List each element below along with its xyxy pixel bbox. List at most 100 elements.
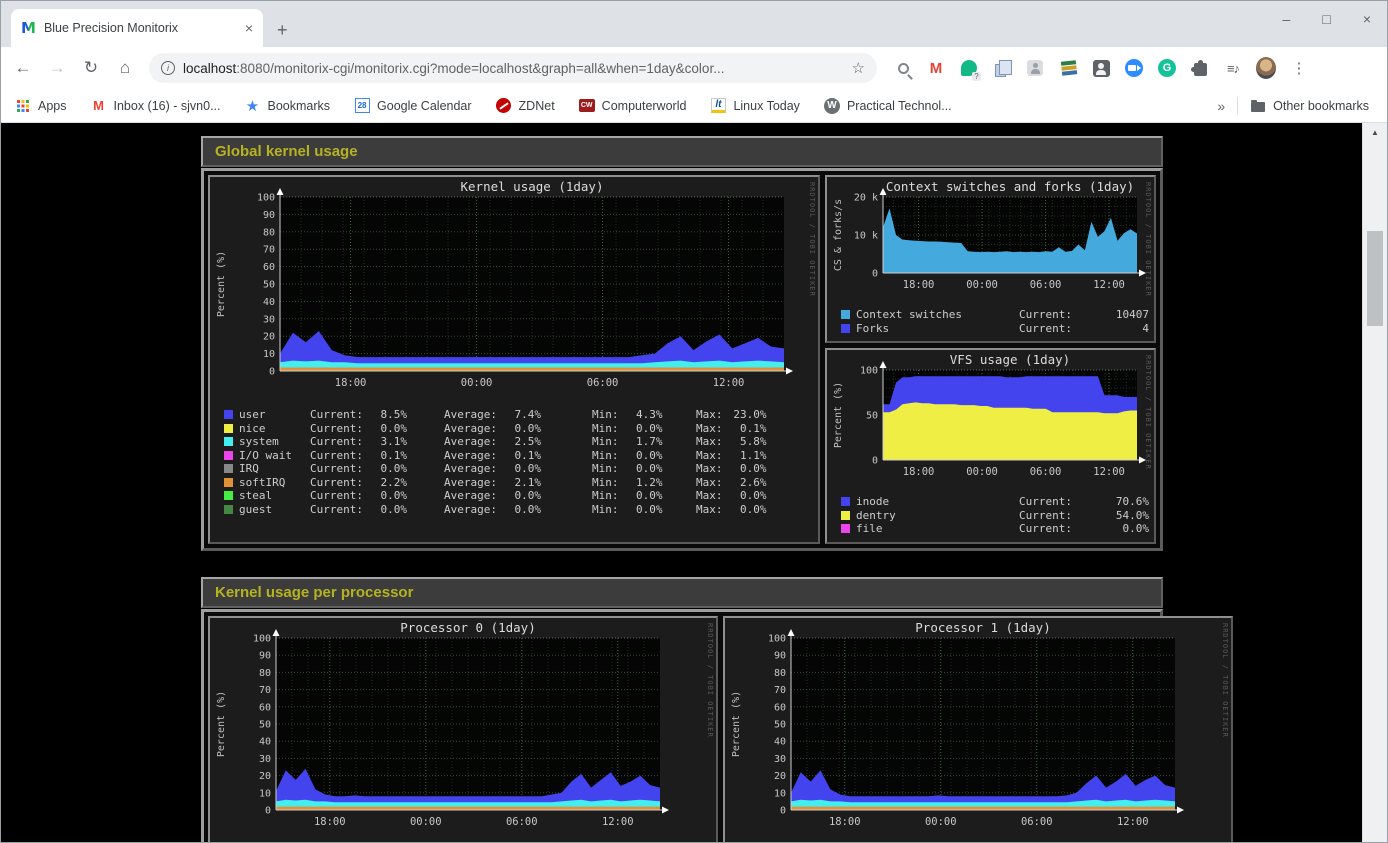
bookmark-computerworld[interactable]: CWComputerworld: [579, 98, 687, 114]
music-queue-icon[interactable]: ≡♪: [1223, 58, 1243, 78]
tab-close-icon[interactable]: ×: [245, 20, 253, 36]
bookmark-bookmarks[interactable]: ★Bookmarks: [245, 98, 331, 114]
legend-stat-value: 70.6%: [1091, 495, 1149, 509]
apps-grid-icon: [15, 98, 31, 114]
bookmark-label: Google Calendar: [377, 99, 472, 113]
browser-tab[interactable]: M Blue Precision Monitorix ×: [11, 9, 263, 47]
forward-button[interactable]: →: [43, 54, 71, 82]
maximize-button[interactable]: □: [1322, 11, 1330, 27]
svg-text:10: 10: [263, 349, 275, 360]
extensions-puzzle-icon[interactable]: [1190, 58, 1210, 78]
svg-text:50: 50: [263, 280, 275, 291]
person-extension-icon[interactable]: [1025, 58, 1045, 78]
bookmark-practical-technology[interactable]: WPractical Technol...: [824, 98, 952, 114]
monitorix-favicon: M: [21, 19, 36, 37]
graph-panel-processor-1: 010203040506070809010018:0000:0006:0012:…: [723, 616, 1233, 843]
reload-button[interactable]: ↻: [77, 54, 105, 82]
page-info-icon[interactable]: i: [161, 61, 175, 75]
svg-text:20 k: 20 k: [854, 193, 878, 204]
svg-text:70: 70: [774, 685, 786, 696]
legend-stat-value: 1.2%: [623, 476, 663, 490]
chart-processor-0: 010203040506070809010018:0000:0006:0012:…: [212, 620, 680, 840]
bookmark-star-icon[interactable]: ☆: [852, 59, 865, 77]
grammarly-icon[interactable]: G: [1157, 58, 1177, 78]
svg-text:70: 70: [263, 245, 275, 256]
legend-series-name: guest: [239, 503, 272, 517]
svg-text:VFS usage (1day): VFS usage (1day): [950, 352, 1070, 367]
bookmark-google-calendar[interactable]: 28Google Calendar: [354, 98, 472, 114]
tab-strip: M Blue Precision Monitorix × + – □ ×: [1, 1, 1387, 47]
bookmark-label: Linux Today: [733, 99, 800, 113]
legend-series-name: I/O wait: [239, 449, 292, 463]
address-bar[interactable]: i localhost:8080/monitorix-cgi/monitorix…: [149, 53, 877, 83]
profile-avatar[interactable]: [1256, 58, 1276, 78]
minimize-button[interactable]: –: [1283, 11, 1291, 27]
star-blue-icon: ★: [245, 98, 261, 114]
books-stack-icon[interactable]: [1058, 58, 1078, 78]
svg-text:0: 0: [780, 805, 786, 816]
svg-text:30: 30: [774, 753, 786, 764]
scrollbar-thumb[interactable]: [1367, 231, 1383, 326]
chat-bubble-help-icon[interactable]: [959, 58, 979, 78]
legend-series-name: softIRQ: [239, 476, 285, 490]
svg-text:20: 20: [263, 332, 275, 343]
legend-stat-value: 7.4%: [501, 408, 541, 422]
graph-panel-vfs-usage: 05010018:0000:0006:0012:00VFS usage (1da…: [825, 348, 1156, 544]
chart-vfs-usage: 05010018:0000:0006:0012:00VFS usage (1da…: [829, 352, 1151, 488]
zoom-meeting-icon[interactable]: [1124, 58, 1144, 78]
back-button[interactable]: ←: [9, 54, 37, 82]
legend-swatch: [224, 464, 233, 473]
copy-pages-icon[interactable]: [992, 58, 1012, 78]
monitorix-page: Global kernel usage 01020304050607080901…: [1, 123, 1361, 842]
svg-text:50: 50: [774, 719, 786, 730]
video-camera-icon: [1125, 59, 1143, 77]
bookmark-inbox[interactable]: MInbox (16) - sjvn0...: [91, 98, 221, 114]
legend-swatch: [224, 451, 233, 460]
gmail-extension-icon[interactable]: M: [926, 58, 946, 78]
bookmark-linux-today[interactable]: ltLinux Today: [710, 98, 800, 114]
legend-series-name: nice: [239, 422, 266, 436]
legend-row: inodeCurrent:70.6%: [841, 495, 1152, 509]
legend-series-name: Forks: [856, 322, 889, 336]
zdnet-icon: [496, 98, 512, 114]
url-text[interactable]: localhost:8080/monitorix-cgi/monitorix.c…: [183, 61, 844, 76]
search-extension-icon[interactable]: [893, 58, 913, 78]
svg-text:30: 30: [263, 314, 275, 325]
legend-stat-value: 1.7%: [623, 435, 663, 449]
svg-text:20: 20: [259, 771, 271, 782]
legend-vfs-usage: inodeCurrent:70.6%dentryCurrent:54.0%fil…: [829, 493, 1152, 538]
bookmark-zdnet[interactable]: ZDNet: [496, 98, 555, 114]
new-tab-button[interactable]: +: [277, 21, 288, 39]
svg-text:00:00: 00:00: [410, 816, 442, 828]
other-bookmarks-label: Other bookmarks: [1273, 99, 1369, 113]
contact-card-icon[interactable]: [1091, 58, 1111, 78]
svg-text:Percent (%): Percent (%): [216, 251, 227, 317]
section-kernel-usage-per-processor: Kernel usage per processor 0102030405060…: [201, 577, 1163, 843]
legend-swatch: [224, 410, 233, 419]
legend-stat-value: 0.0%: [501, 422, 541, 436]
bookmarks-overflow-chevron[interactable]: »: [1217, 98, 1225, 114]
tab-title: Blue Precision Monitorix: [44, 21, 237, 35]
close-button[interactable]: ×: [1363, 11, 1371, 27]
svg-text:60: 60: [263, 262, 275, 273]
card-person-icon: [1093, 60, 1110, 77]
legend-stat-value: 0.0%: [623, 422, 663, 436]
bookmark-apps[interactable]: Apps: [15, 98, 67, 114]
svg-text:12:00: 12:00: [1117, 816, 1149, 828]
graph-panel-kernel-usage: 010203040506070809010018:0000:0006:0012:…: [208, 175, 820, 544]
svg-text:40: 40: [259, 736, 271, 747]
legend-row: niceCurrent:0.0%Average:0.0%Min:0.0%Max:…: [224, 422, 816, 436]
svg-text:50: 50: [259, 719, 271, 730]
legend-swatch: [224, 505, 233, 514]
browser-menu-button[interactable]: ⋮: [1289, 58, 1309, 78]
legend-stat-value: 2.1%: [501, 476, 541, 490]
legend-stat-value: 10407: [1091, 308, 1149, 322]
browser-toolbar: ← → ↻ ⌂ i localhost:8080/monitorix-cgi/m…: [1, 47, 1387, 89]
home-button[interactable]: ⌂: [111, 54, 139, 82]
scrollbar-up-arrow[interactable]: ▲: [1363, 123, 1387, 141]
legend-swatch: [224, 491, 233, 500]
grammarly-g-icon: G: [1158, 59, 1176, 77]
other-bookmarks[interactable]: Other bookmarks: [1250, 98, 1369, 114]
vertical-scrollbar[interactable]: ▲: [1362, 123, 1387, 842]
legend-stat-value: 2.5%: [501, 435, 541, 449]
